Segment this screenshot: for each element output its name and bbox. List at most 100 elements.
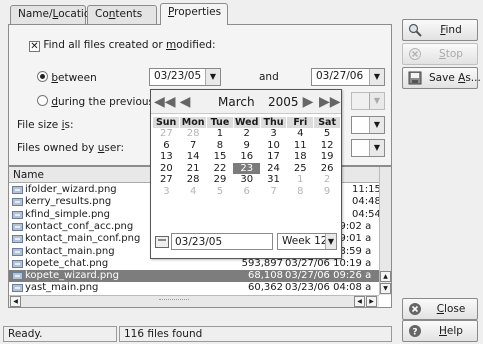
chevron-down-icon[interactable]: ▼	[369, 93, 384, 109]
calendar-day[interactable]: 17	[260, 151, 287, 163]
previous-month-icon[interactable]: ◀	[176, 93, 194, 111]
weekday-header: Wed	[233, 117, 261, 128]
chevron-down-icon[interactable]: ▼	[369, 69, 384, 85]
calendar-day[interactable]: 26	[314, 163, 341, 175]
calendar-day[interactable]: 5	[207, 186, 234, 198]
calendar-month[interactable]: March	[218, 95, 255, 109]
table-row[interactable]: kopete_chat.png 593,897 03/27/06 10:19 a	[9, 258, 379, 270]
file-date: 03/27/06 10:19 a	[285, 257, 372, 269]
calendar-day[interactable]: 28	[180, 174, 207, 186]
between-to-combo[interactable]: 03/27/06 ▼	[311, 68, 385, 86]
calendar-day[interactable]: 6	[233, 186, 260, 198]
calendar-day-selected[interactable]: 23	[233, 162, 261, 175]
image-file-icon	[12, 198, 23, 207]
chevron-down-icon[interactable]: ▼	[325, 234, 336, 249]
calendar-day[interactable]: 4	[180, 186, 207, 198]
scroll-up-icon[interactable]: ▲	[380, 271, 391, 282]
calendar-day[interactable]: 15	[207, 151, 234, 163]
calendar-icon[interactable]	[155, 236, 169, 248]
date-picker-popup[interactable]: ◀◀ ◀ March 2005 ▶ ▶▶ Sun Mon Tue Wed Thu Fri S…	[150, 89, 342, 259]
scroll-right-icon[interactable]: ▶	[366, 296, 377, 307]
tab-name-location[interactable]: Name/Location	[10, 5, 97, 24]
calendar-day[interactable]: 16	[233, 151, 260, 163]
calendar-day[interactable]: 1	[287, 174, 314, 186]
calendar-day[interactable]: 2	[314, 174, 341, 186]
calendar-day[interactable]: 5	[314, 128, 341, 140]
vertical-scrollbar[interactable]: ▲ ▼	[379, 167, 391, 295]
previous-unit-combo[interactable]: ▼	[351, 92, 385, 110]
calendar-day[interactable]: 19	[314, 151, 341, 163]
calendar-day[interactable]: 4	[287, 128, 314, 140]
calendar-day[interactable]: 6	[153, 140, 180, 152]
tab-properties[interactable]: Properties	[160, 3, 228, 25]
calendar-day[interactable]: 30	[233, 174, 260, 186]
find-all-checkbox[interactable]: ✕	[29, 41, 40, 52]
next-month-icon[interactable]: ▶	[299, 93, 317, 111]
calendar-day[interactable]: 3	[260, 128, 287, 140]
weekday-header: Tue	[206, 117, 234, 128]
previous-year-icon[interactable]: ◀◀	[154, 93, 176, 111]
scroll-left-icon[interactable]: ◀	[354, 296, 365, 307]
calendar-day[interactable]: 27	[153, 128, 180, 140]
calendar-day[interactable]: 2	[233, 128, 260, 140]
image-file-icon	[12, 222, 23, 231]
chevron-down-icon[interactable]: ▼	[205, 69, 220, 85]
calendar-day[interactable]: 12	[314, 140, 341, 152]
find-button[interactable]: Find	[402, 19, 478, 41]
table-row[interactable]: yast_main.png 60,362 03/23/06 04:08 a	[9, 282, 379, 294]
calendar-day[interactable]: 25	[287, 163, 314, 175]
calendar-day[interactable]: 9	[233, 140, 260, 152]
help-button[interactable]: ? Help	[402, 320, 478, 342]
calendar-year[interactable]: 2005	[268, 95, 299, 109]
calendar-day[interactable]: 1	[207, 128, 234, 140]
calendar-day[interactable]: 28	[180, 128, 207, 140]
owned-by-combo[interactable]: ▼	[351, 139, 385, 157]
between-to-value: 03/27/06	[316, 70, 364, 82]
table-row[interactable]: kopete_wizard.png 68,108 03/27/06 09:26 a	[9, 270, 379, 283]
stop-label: Stop	[439, 48, 463, 60]
previous-radio[interactable]	[37, 95, 48, 106]
calendar-day[interactable]: 10	[260, 140, 287, 152]
save-as-button[interactable]: Save As...	[402, 67, 481, 89]
calendar-day[interactable]: 8	[207, 140, 234, 152]
find-all-row[interactable]: ✕ Find all files created or modified:	[29, 39, 216, 52]
chevron-down-icon[interactable]: ▼	[369, 117, 384, 133]
calendar-day[interactable]: 13	[153, 151, 180, 163]
calendar-day[interactable]: 20	[153, 163, 180, 175]
calendar-day[interactable]: 29	[207, 174, 234, 186]
calendar-day[interactable]: 27	[153, 174, 180, 186]
calendar-day[interactable]: 3	[153, 186, 180, 198]
scroll-down-icon[interactable]: ▼	[380, 283, 391, 294]
calendar-day[interactable]: 31	[260, 174, 287, 186]
week-value: Week 12	[282, 235, 328, 247]
previous-radio-row[interactable]: during the previous	[37, 95, 154, 108]
close-button[interactable]: Close	[402, 298, 478, 320]
between-from-combo[interactable]: 03/23/05 ▼	[149, 68, 221, 86]
between-radio[interactable]	[37, 71, 48, 82]
file-size-combo[interactable]: ▼	[351, 116, 385, 134]
week-combo[interactable]: Week 12 ▼	[277, 233, 337, 250]
calendar-day[interactable]: 24	[260, 163, 287, 175]
calendar-day[interactable]: 7	[180, 140, 207, 152]
between-radio-row[interactable]: between	[37, 71, 97, 84]
horizontal-scrollbar[interactable]: ◀ ◀ ▶	[9, 295, 379, 307]
weekday-header: Sat	[313, 117, 341, 128]
chevron-down-icon[interactable]: ▼	[369, 140, 384, 156]
tab-contents[interactable]: Contents	[87, 5, 157, 24]
next-year-icon[interactable]: ▶▶	[319, 93, 341, 111]
calendar-day[interactable]: 22	[207, 163, 234, 175]
calendar-day[interactable]: 7	[260, 186, 287, 198]
calendar-day[interactable]: 21	[180, 163, 207, 175]
file-name: kopete_wizard.png	[25, 270, 119, 282]
scroll-left-icon[interactable]: ◀	[10, 296, 21, 307]
calendar-day[interactable]: 18	[287, 151, 314, 163]
calendar-day[interactable]: 8	[287, 186, 314, 198]
column-name-header[interactable]: Name	[13, 169, 44, 181]
date-input[interactable]: 03/23/05	[171, 233, 273, 250]
scroll-grip[interactable]	[159, 299, 189, 303]
stop-button[interactable]: Stop	[402, 43, 478, 65]
calendar-day[interactable]: 11	[287, 140, 314, 152]
calendar-day[interactable]: 14	[180, 151, 207, 163]
image-file-icon	[12, 259, 23, 268]
calendar-day[interactable]: 9	[314, 186, 341, 198]
